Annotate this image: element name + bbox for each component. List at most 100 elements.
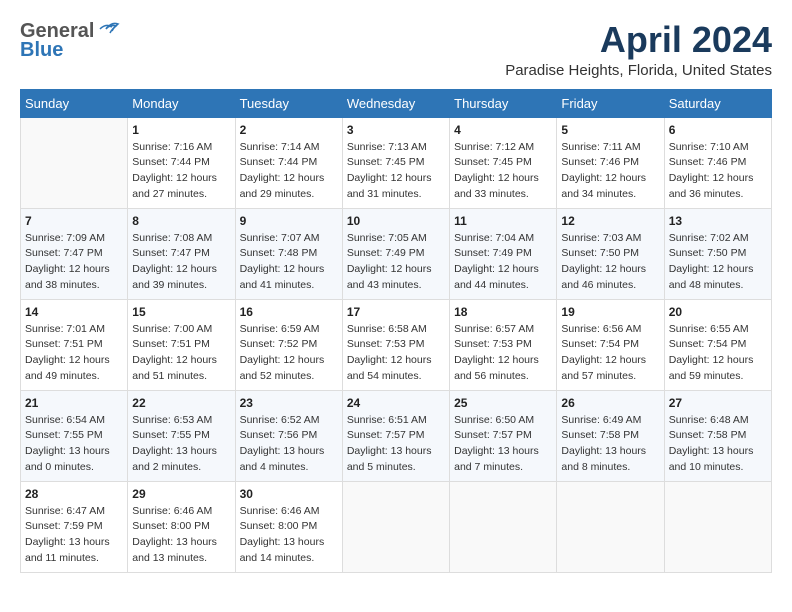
header-tuesday: Tuesday <box>235 89 342 117</box>
day-info: Sunrise: 7:04 AMSunset: 7:49 PMDaylight:… <box>454 231 552 294</box>
day-number: 17 <box>347 305 445 319</box>
calendar-week-4: 21 Sunrise: 6:54 AMSunset: 7:55 PMDayligh… <box>21 390 772 481</box>
calendar-cell <box>664 481 771 572</box>
day-info: Sunrise: 7:02 AMSunset: 7:50 PMDaylight:… <box>669 231 767 294</box>
calendar-cell <box>450 481 557 572</box>
calendar-cell: 17 Sunrise: 6:58 AMSunset: 7:53 PMDayligh… <box>342 299 449 390</box>
header: General Blue April 2024 Paradise Heights… <box>20 20 772 79</box>
day-info: Sunrise: 6:49 AMSunset: 7:58 PMDaylight:… <box>561 413 659 476</box>
calendar-cell: 1 Sunrise: 7:16 AMSunset: 7:44 PMDaylight… <box>128 117 235 208</box>
calendar-header: Sunday Monday Tuesday Wednesday Thursday… <box>21 89 772 117</box>
day-number: 22 <box>132 396 230 410</box>
calendar-week-2: 7 Sunrise: 7:09 AMSunset: 7:47 PMDaylight… <box>21 208 772 299</box>
day-number: 10 <box>347 214 445 228</box>
page-wrapper: General Blue April 2024 Paradise Heights… <box>20 20 772 573</box>
calendar-week-1: 1 Sunrise: 7:16 AMSunset: 7:44 PMDaylight… <box>21 117 772 208</box>
day-number: 11 <box>454 214 552 228</box>
logo-bird-icon <box>98 21 120 39</box>
day-number: 7 <box>25 214 123 228</box>
day-info: Sunrise: 7:00 AMSunset: 7:51 PMDaylight:… <box>132 322 230 385</box>
day-number: 20 <box>669 305 767 319</box>
month-title: April 2024 <box>505 20 772 60</box>
day-number: 12 <box>561 214 659 228</box>
calendar-cell: 27Sunrise: 6:48 AMSunset: 7:58 PMDayligh… <box>664 390 771 481</box>
day-info: Sunrise: 6:54 AMSunset: 7:55 PMDaylight:… <box>25 413 123 476</box>
header-sunday: Sunday <box>21 89 128 117</box>
day-info: Sunrise: 7:13 AMSunset: 7:45 PMDaylight:… <box>347 140 445 203</box>
calendar-cell: 28 Sunrise: 6:47 AMSunset: 7:59 PMDayligh… <box>21 481 128 572</box>
header-wednesday: Wednesday <box>342 89 449 117</box>
day-number: 9 <box>240 214 338 228</box>
day-number: 28 <box>25 487 123 501</box>
calendar-cell: 11 Sunrise: 7:04 AMSunset: 7:49 PMDayligh… <box>450 208 557 299</box>
calendar-cell: 2 Sunrise: 7:14 AMSunset: 7:44 PMDaylight… <box>235 117 342 208</box>
calendar-cell <box>342 481 449 572</box>
calendar-cell <box>557 481 664 572</box>
calendar-cell: 13 Sunrise: 7:02 AMSunset: 7:50 PMDayligh… <box>664 208 771 299</box>
calendar-cell: 7 Sunrise: 7:09 AMSunset: 7:47 PMDaylight… <box>21 208 128 299</box>
day-number: 2 <box>240 123 338 137</box>
location-title: Paradise Heights, Florida, United States <box>505 62 772 79</box>
header-thursday: Thursday <box>450 89 557 117</box>
calendar-body: 1 Sunrise: 7:16 AMSunset: 7:44 PMDaylight… <box>21 117 772 572</box>
calendar-cell: 23Sunrise: 6:52 AMSunset: 7:56 PMDayligh… <box>235 390 342 481</box>
logo: General Blue <box>20 20 120 62</box>
day-number: 29 <box>132 487 230 501</box>
calendar-cell: 4Sunrise: 7:12 AMSunset: 7:45 PMDaylight… <box>450 117 557 208</box>
day-number: 13 <box>669 214 767 228</box>
calendar-cell: 20 Sunrise: 6:55 AMSunset: 7:54 PMDayligh… <box>664 299 771 390</box>
day-number: 26 <box>561 396 659 410</box>
day-info: Sunrise: 6:56 AMSunset: 7:54 PMDaylight:… <box>561 322 659 385</box>
calendar-cell: 30 Sunrise: 6:46 AMSunset: 8:00 PMDayligh… <box>235 481 342 572</box>
calendar-cell: 9 Sunrise: 7:07 AMSunset: 7:48 PMDaylight… <box>235 208 342 299</box>
day-info: Sunrise: 7:09 AMSunset: 7:47 PMDaylight:… <box>25 231 123 294</box>
day-number: 19 <box>561 305 659 319</box>
calendar-cell: 24 Sunrise: 6:51 AMSunset: 7:57 PMDayligh… <box>342 390 449 481</box>
calendar-cell: 25Sunrise: 6:50 AMSunset: 7:57 PMDayligh… <box>450 390 557 481</box>
day-info: Sunrise: 6:58 AMSunset: 7:53 PMDaylight:… <box>347 322 445 385</box>
calendar-cell: 5 Sunrise: 7:11 AMSunset: 7:46 PMDaylight… <box>557 117 664 208</box>
calendar-cell: 19 Sunrise: 6:56 AMSunset: 7:54 PMDayligh… <box>557 299 664 390</box>
day-number: 5 <box>561 123 659 137</box>
header-friday: Friday <box>557 89 664 117</box>
day-info: Sunrise: 7:01 AMSunset: 7:51 PMDaylight:… <box>25 322 123 385</box>
day-info: Sunrise: 7:11 AMSunset: 7:46 PMDaylight:… <box>561 140 659 203</box>
day-info: Sunrise: 6:57 AMSunset: 7:53 PMDaylight:… <box>454 322 552 385</box>
calendar-cell: 3Sunrise: 7:13 AMSunset: 7:45 PMDaylight… <box>342 117 449 208</box>
days-row: Sunday Monday Tuesday Wednesday Thursday… <box>21 89 772 117</box>
day-info: Sunrise: 6:47 AMSunset: 7:59 PMDaylight:… <box>25 504 123 567</box>
day-number: 18 <box>454 305 552 319</box>
day-number: 24 <box>347 396 445 410</box>
day-info: Sunrise: 6:59 AMSunset: 7:52 PMDaylight:… <box>240 322 338 385</box>
calendar-cell: 12 Sunrise: 7:03 AMSunset: 7:50 PMDayligh… <box>557 208 664 299</box>
calendar-cell: 8 Sunrise: 7:08 AMSunset: 7:47 PMDaylight… <box>128 208 235 299</box>
day-number: 21 <box>25 396 123 410</box>
day-info: Sunrise: 7:12 AMSunset: 7:45 PMDaylight:… <box>454 140 552 203</box>
day-number: 23 <box>240 396 338 410</box>
day-info: Sunrise: 6:55 AMSunset: 7:54 PMDaylight:… <box>669 322 767 385</box>
day-number: 30 <box>240 487 338 501</box>
day-info: Sunrise: 7:03 AMSunset: 7:50 PMDaylight:… <box>561 231 659 294</box>
calendar-cell: 18 Sunrise: 6:57 AMSunset: 7:53 PMDayligh… <box>450 299 557 390</box>
header-monday: Monday <box>128 89 235 117</box>
calendar-cell: 29 Sunrise: 6:46 AMSunset: 8:00 PMDayligh… <box>128 481 235 572</box>
day-info: Sunrise: 7:08 AMSunset: 7:47 PMDaylight:… <box>132 231 230 294</box>
day-number: 8 <box>132 214 230 228</box>
day-info: Sunrise: 7:16 AMSunset: 7:44 PMDaylight:… <box>132 140 230 203</box>
day-info: Sunrise: 6:51 AMSunset: 7:57 PMDaylight:… <box>347 413 445 476</box>
logo-blue-text: Blue <box>20 39 63 62</box>
day-info: Sunrise: 7:07 AMSunset: 7:48 PMDaylight:… <box>240 231 338 294</box>
day-info: Sunrise: 6:53 AMSunset: 7:55 PMDaylight:… <box>132 413 230 476</box>
day-number: 27 <box>669 396 767 410</box>
day-info: Sunrise: 7:14 AMSunset: 7:44 PMDaylight:… <box>240 140 338 203</box>
day-number: 1 <box>132 123 230 137</box>
day-info: Sunrise: 6:50 AMSunset: 7:57 PMDaylight:… <box>454 413 552 476</box>
calendar-cell: 16Sunrise: 6:59 AMSunset: 7:52 PMDayligh… <box>235 299 342 390</box>
calendar-week-5: 28 Sunrise: 6:47 AMSunset: 7:59 PMDayligh… <box>21 481 772 572</box>
calendar-cell: 6Sunrise: 7:10 AMSunset: 7:46 PMDaylight… <box>664 117 771 208</box>
day-info: Sunrise: 6:46 AMSunset: 8:00 PMDaylight:… <box>240 504 338 567</box>
day-info: Sunrise: 7:05 AMSunset: 7:49 PMDaylight:… <box>347 231 445 294</box>
calendar-cell: 10 Sunrise: 7:05 AMSunset: 7:49 PMDayligh… <box>342 208 449 299</box>
calendar-week-3: 14Sunrise: 7:01 AMSunset: 7:51 PMDayligh… <box>21 299 772 390</box>
day-info: Sunrise: 6:46 AMSunset: 8:00 PMDaylight:… <box>132 504 230 567</box>
